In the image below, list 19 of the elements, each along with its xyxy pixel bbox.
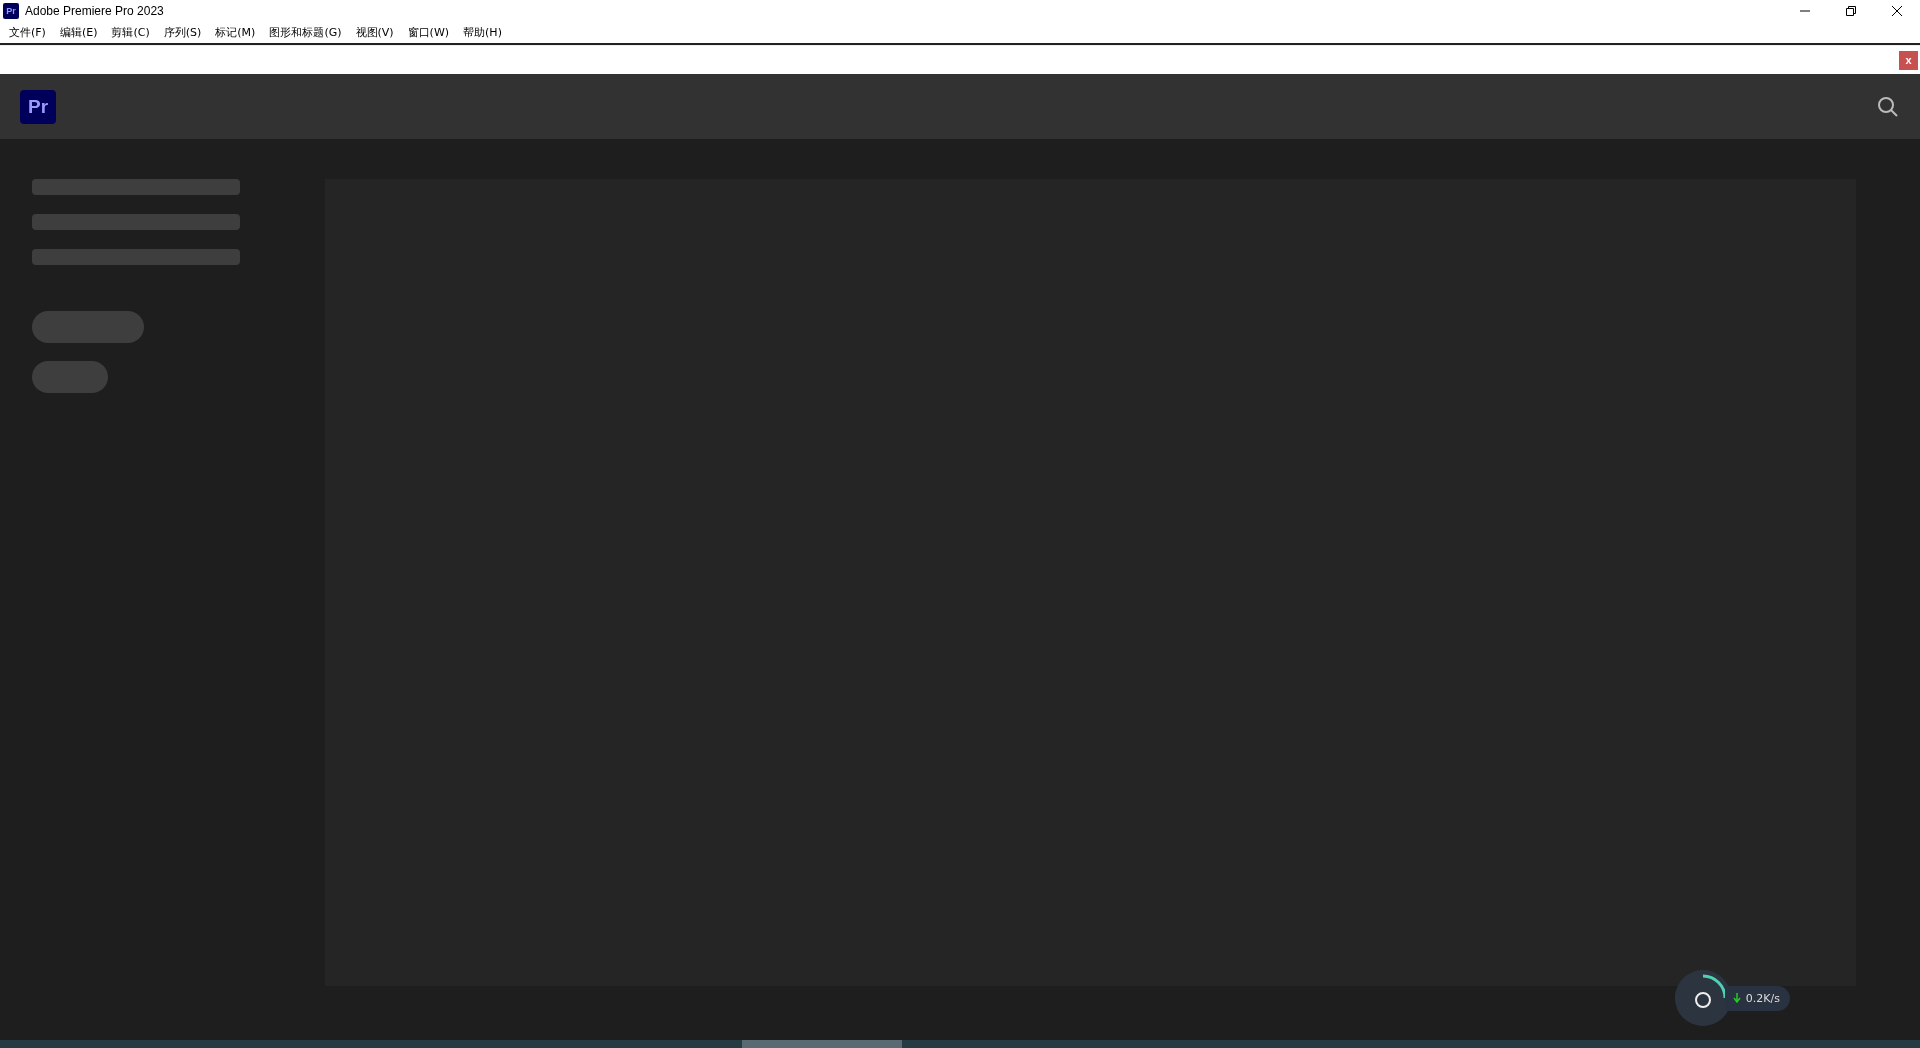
app-logo: Pr: [20, 89, 56, 124]
menu-item[interactable]: 标记(M): [208, 22, 263, 43]
menu-item[interactable]: 序列(S): [156, 22, 209, 43]
search-icon[interactable]: [1876, 94, 1900, 119]
menu-item[interactable]: 窗口(W): [400, 22, 457, 43]
close-icon[interactable]: [1891, 5, 1903, 17]
window-title: Adobe Premiere Pro 2023: [25, 4, 164, 18]
app-icon: Pr: [3, 3, 19, 19]
menu-item[interactable]: 剪辑(C): [104, 22, 157, 43]
menu-item[interactable]: 视图(V): [348, 22, 401, 43]
menu-item[interactable]: 编辑(E): [52, 22, 105, 43]
notification-close-button[interactable]: x: [1899, 50, 1918, 70]
download-arrow-icon: [1732, 993, 1741, 1003]
menu-item[interactable]: 文件(F): [2, 22, 53, 43]
restore-icon[interactable]: [1845, 5, 1857, 17]
scrollbar-thumb[interactable]: [742, 1040, 902, 1048]
menu-item[interactable]: 图形和标题(G): [262, 22, 349, 43]
network-speed: 0.2K/s: [1745, 991, 1780, 1005]
menu-item[interactable]: 帮助(H): [456, 22, 509, 43]
